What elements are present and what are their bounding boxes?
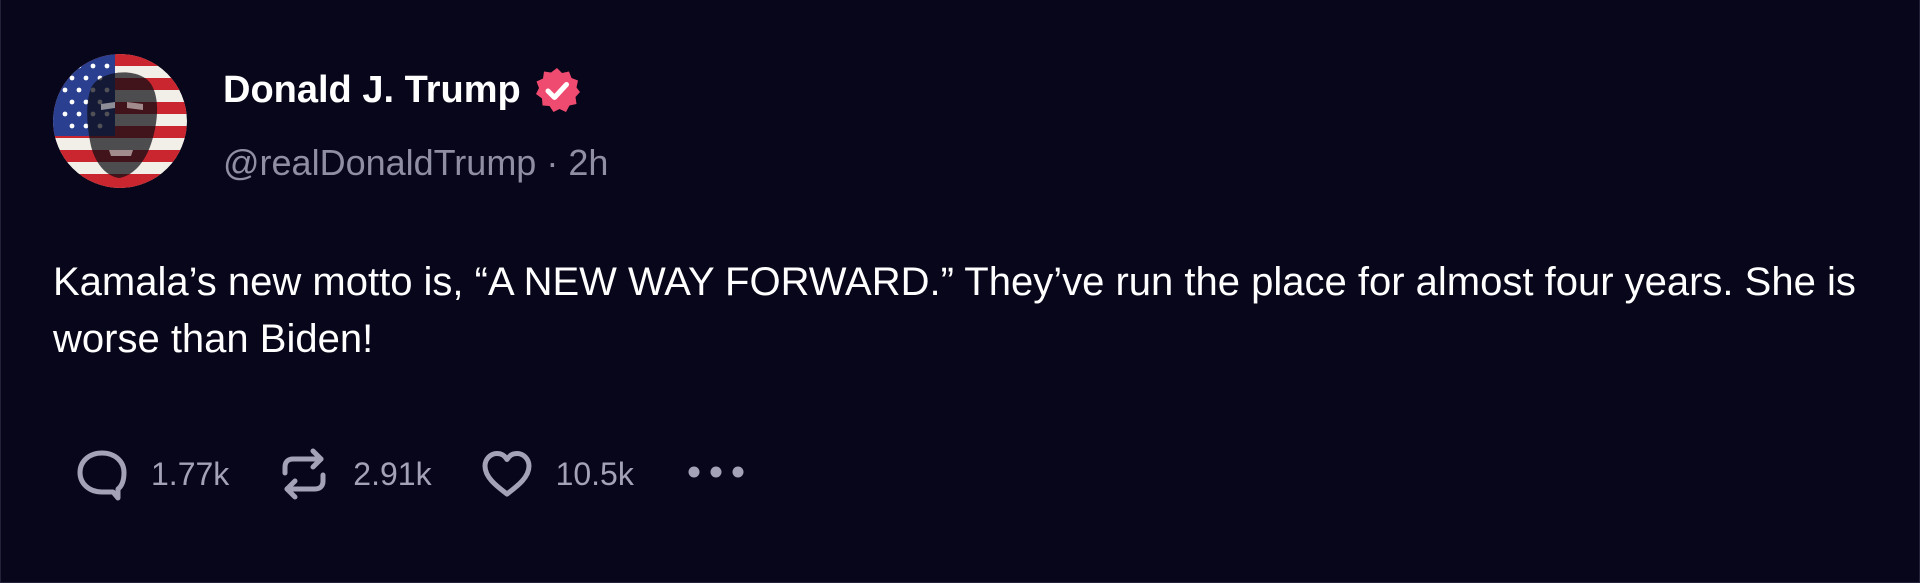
meta-separator: ·: [546, 142, 559, 183]
reply-button[interactable]: 1.77k: [73, 445, 229, 503]
avatar[interactable]: [53, 54, 187, 188]
post-timestamp[interactable]: 2h: [568, 142, 608, 183]
verified-check-icon: [533, 66, 581, 114]
post-card[interactable]: Donald J. Trump @realDonaldTrump · 2h Ka…: [0, 0, 1920, 583]
like-button[interactable]: 10.5k: [478, 445, 634, 503]
reply-count: 1.77k: [151, 456, 230, 492]
avatar-image: [53, 54, 187, 188]
repost-count: 2.91k: [353, 456, 432, 492]
more-dots-icon: [684, 462, 748, 487]
repost-arrows-icon: [275, 445, 333, 503]
repost-button[interactable]: 2.91k: [275, 445, 432, 503]
author-handle[interactable]: @realDonaldTrump: [223, 142, 536, 183]
heart-icon: [478, 445, 536, 503]
speech-bubble-icon: [73, 445, 131, 503]
action-bar: 1.77k 2.91k 10.5k: [73, 446, 748, 502]
post-text: Kamala’s new motto is, “A NEW WAY FORWAR…: [53, 260, 1856, 361]
author-name[interactable]: Donald J. Trump: [223, 67, 521, 113]
more-options-button[interactable]: [684, 446, 748, 502]
author-name-row: Donald J. Trump: [223, 66, 581, 114]
author-meta: @realDonaldTrump · 2h: [223, 140, 608, 186]
like-count: 10.5k: [555, 456, 634, 492]
